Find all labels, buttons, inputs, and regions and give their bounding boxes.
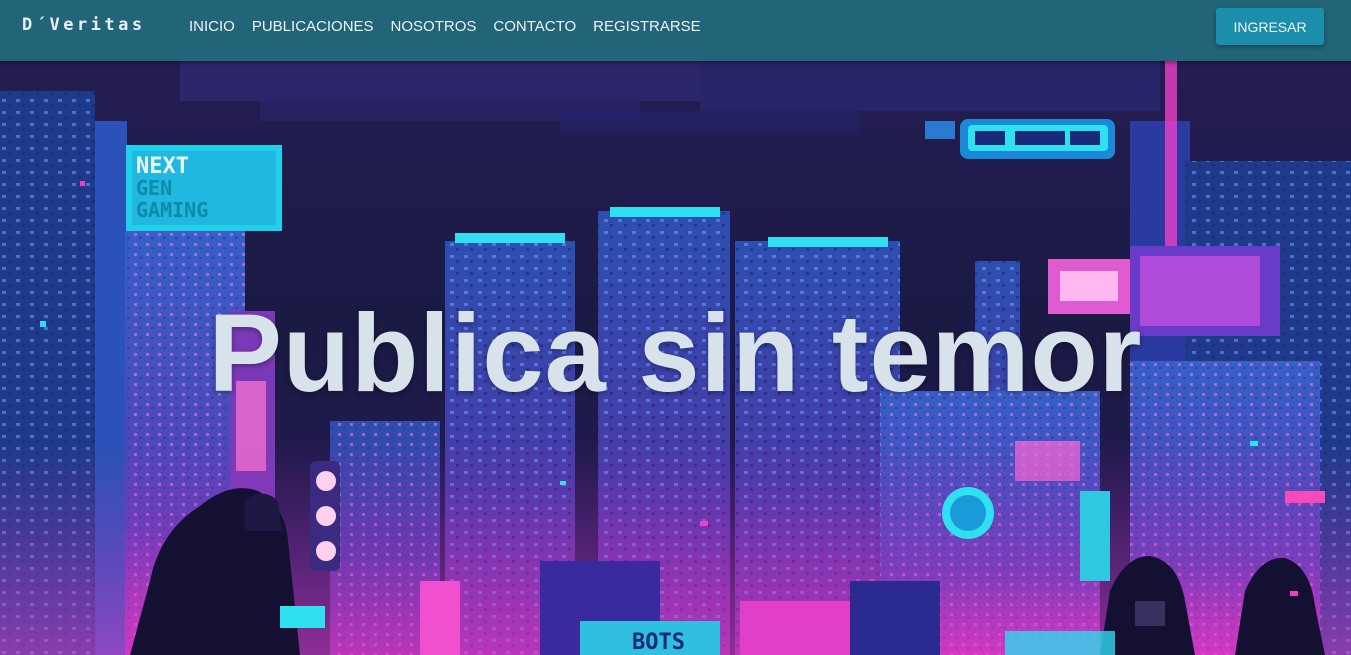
billboard-gaming: GAMING [136, 198, 208, 222]
nav-link-contacto[interactable]: CONTACTO [493, 18, 576, 35]
brand-logo[interactable]: D´Veritas [22, 15, 146, 35]
billboard-gen: GEN [136, 176, 172, 200]
hero-section: NEXT GEN GAMING BOTS Publica sin temor [0, 61, 1351, 655]
sign-bots: BOTS [632, 630, 685, 655]
nav-links: INICIO PUBLICACIONES NOSOTROS CONTACTO R… [189, 18, 701, 35]
hero-title: Publica sin temor [208, 292, 1143, 415]
nav-link-inicio[interactable]: INICIO [189, 18, 235, 35]
login-button[interactable]: INGRESAR [1216, 8, 1324, 45]
navbar: D´Veritas INICIO PUBLICACIONES NOSOTROS … [0, 0, 1351, 61]
nav-link-registrarse[interactable]: REGISTRARSE [593, 18, 701, 35]
nav-link-publicaciones[interactable]: PUBLICACIONES [252, 18, 374, 35]
nav-link-nosotros[interactable]: NOSOTROS [391, 18, 477, 35]
